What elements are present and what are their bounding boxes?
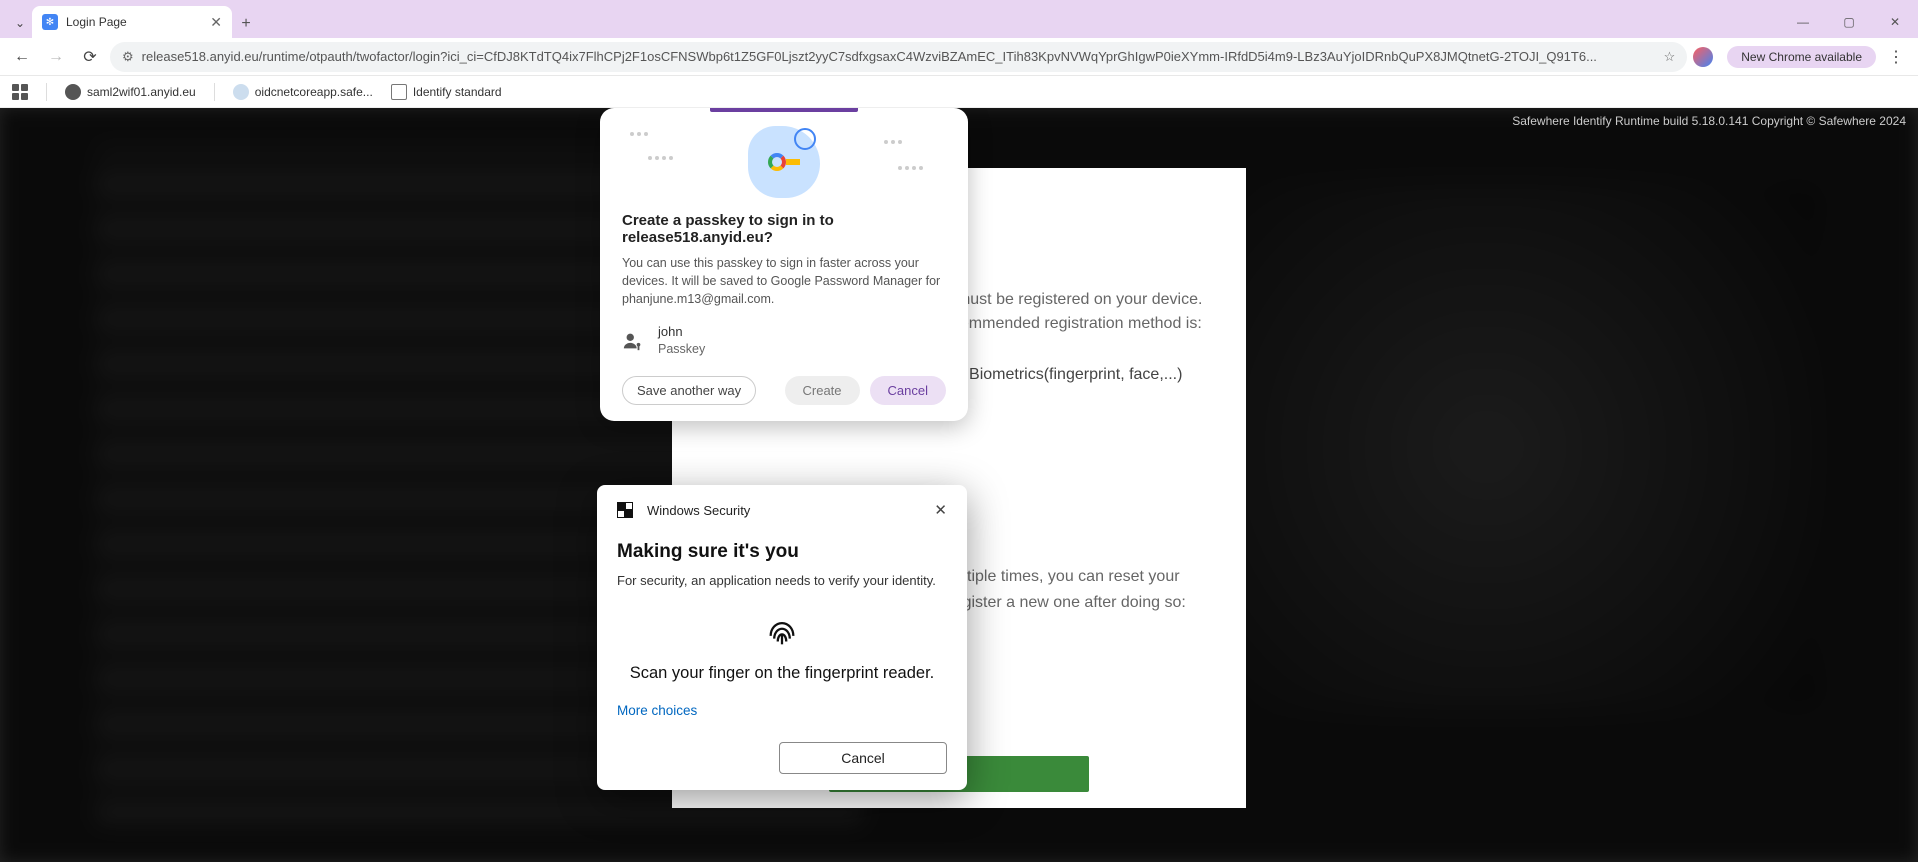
cancel-button[interactable]: Cancel: [870, 376, 946, 405]
tab-close-icon[interactable]: ✕: [210, 14, 222, 31]
page-viewport: Safewhere Identify Runtime build 5.18.0.…: [0, 108, 1918, 862]
apps-grid-icon[interactable]: [12, 84, 28, 100]
separator: [46, 83, 47, 101]
url-text: release518.anyid.eu/runtime/otpauth/twof…: [142, 49, 1656, 64]
nav-back-button[interactable]: ←: [8, 43, 36, 71]
globe-icon: [65, 84, 81, 100]
bookmark-label: oidcnetcoreapp.safe...: [255, 85, 373, 99]
winsec-description: For security, an application needs to ve…: [617, 573, 947, 588]
page-icon: [233, 84, 249, 100]
chrome-update-badge[interactable]: New Chrome available: [1727, 46, 1876, 68]
passkey-illustration: [600, 112, 968, 212]
nav-reload-button[interactable]: ⟳: [76, 43, 104, 71]
windows-security-dialog: Windows Security ✕ Making sure it's you …: [597, 485, 967, 790]
winsec-scan-text: Scan your finger on the fingerprint read…: [617, 664, 947, 683]
bookmark-label: saml2wif01.anyid.eu: [87, 85, 196, 99]
bookmark-item-2[interactable]: oidcnetcoreapp.safe...: [233, 84, 373, 100]
passkey-dialog: Create a passkey to sign in to release51…: [600, 108, 968, 421]
passkey-description: You can use this passkey to sign in fast…: [622, 254, 946, 308]
tab-favicon-icon: ✻: [42, 14, 58, 30]
window-close-button[interactable]: ✕: [1872, 6, 1918, 38]
browser-titlebar: ⌄ ✻ Login Page ✕ + — ▢ ✕: [0, 0, 1918, 38]
browser-menu-button[interactable]: ⋮: [1882, 43, 1910, 71]
runtime-build-label: Safewhere Identify Runtime build 5.18.0.…: [1512, 114, 1906, 128]
user-icon: [622, 330, 644, 352]
folder-icon: [391, 84, 407, 100]
winsec-title: Making sure it's you: [617, 541, 947, 563]
address-bar[interactable]: ⚙ release518.anyid.eu/runtime/otpauth/tw…: [110, 42, 1687, 72]
bookmark-item-1[interactable]: saml2wif01.anyid.eu: [65, 84, 196, 100]
tab-search-dropdown[interactable]: ⌄: [8, 8, 32, 38]
passkey-user-type: Passkey: [658, 341, 705, 357]
new-tab-button[interactable]: +: [232, 10, 260, 38]
passkey-title: Create a passkey to sign in to release51…: [622, 212, 946, 246]
site-settings-icon[interactable]: ⚙: [122, 49, 134, 65]
save-another-way-button[interactable]: Save another way: [622, 376, 756, 405]
create-button[interactable]: Create: [785, 376, 860, 405]
window-minimize-button[interactable]: —: [1780, 6, 1826, 38]
winsec-header-label: Windows Security: [647, 503, 750, 518]
tab-title: Login Page: [66, 15, 127, 29]
passkey-user-name: john: [658, 324, 705, 341]
bookmark-item-3[interactable]: Identify standard: [391, 84, 502, 100]
window-maximize-button[interactable]: ▢: [1826, 6, 1872, 38]
winsec-cancel-button[interactable]: Cancel: [779, 742, 947, 774]
fingerprint-icon: [765, 616, 799, 650]
google-key-icon: [768, 153, 800, 171]
separator: [214, 83, 215, 101]
nav-forward-button[interactable]: →: [42, 43, 70, 71]
extension-icon[interactable]: [1693, 47, 1713, 67]
bookmarks-bar: saml2wif01.anyid.eu oidcnetcoreapp.safe.…: [0, 76, 1918, 108]
window-controls: — ▢ ✕: [1780, 6, 1918, 38]
shield-icon: [617, 502, 633, 518]
close-icon[interactable]: ✕: [934, 501, 947, 519]
more-choices-link[interactable]: More choices: [617, 703, 947, 718]
passkey-user-row: john Passkey: [622, 324, 946, 357]
bookmark-star-icon[interactable]: ☆: [1664, 49, 1676, 65]
bookmark-label: Identify standard: [413, 85, 502, 99]
fingerprint-small-icon: [794, 128, 816, 150]
browser-tab-active[interactable]: ✻ Login Page ✕: [32, 6, 232, 38]
browser-toolbar: ← → ⟳ ⚙ release518.anyid.eu/runtime/otpa…: [0, 38, 1918, 76]
